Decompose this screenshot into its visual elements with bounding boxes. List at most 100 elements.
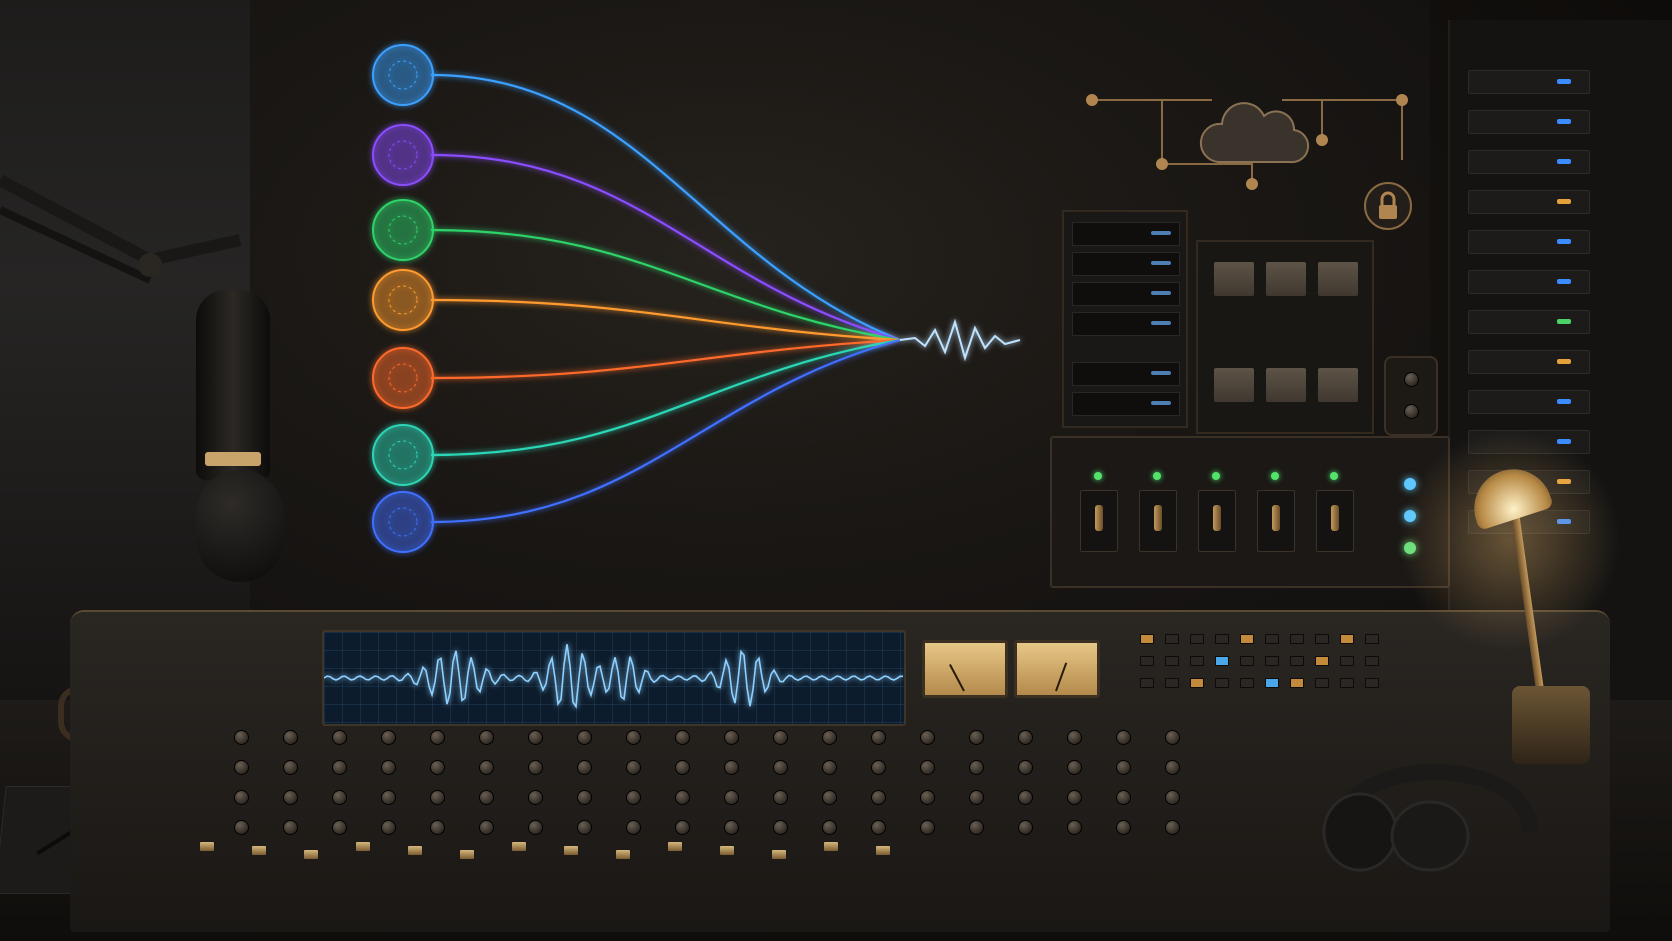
channel-knob[interactable]: [528, 730, 543, 745]
channel-knob[interactable]: [1067, 760, 1082, 775]
channel-knob[interactable]: [1165, 760, 1180, 775]
channel-knob[interactable]: [1116, 760, 1131, 775]
channel-knob[interactable]: [724, 820, 739, 835]
channel-fader[interactable]: [876, 846, 890, 855]
console-button[interactable]: [1215, 656, 1229, 666]
console-button[interactable]: [1365, 678, 1379, 688]
channel-knob[interactable]: [822, 820, 837, 835]
channel-knob[interactable]: [626, 790, 641, 805]
channel-knob[interactable]: [1067, 730, 1082, 745]
console-button[interactable]: [1240, 656, 1254, 666]
channel-knob[interactable]: [381, 790, 396, 805]
channel-knob[interactable]: [1018, 730, 1033, 745]
console-button[interactable]: [1265, 634, 1279, 644]
channel-fader[interactable]: [616, 850, 630, 859]
channel-knob[interactable]: [724, 760, 739, 775]
console-button[interactable]: [1190, 634, 1204, 644]
channel-knob[interactable]: [430, 730, 445, 745]
control-knob[interactable]: [1404, 372, 1419, 387]
channel-knob[interactable]: [675, 730, 690, 745]
channel-knob[interactable]: [920, 730, 935, 745]
console-button[interactable]: [1240, 678, 1254, 688]
channel-knob[interactable]: [969, 820, 984, 835]
channel-fader[interactable]: [356, 842, 370, 851]
console-button[interactable]: [1215, 634, 1229, 644]
channel-knob[interactable]: [724, 730, 739, 745]
channel-knob[interactable]: [430, 760, 445, 775]
channel-fader[interactable]: [304, 850, 318, 859]
console-button[interactable]: [1340, 634, 1354, 644]
channel-knob[interactable]: [1116, 790, 1131, 805]
channel-fader[interactable]: [512, 842, 526, 851]
channel-knob[interactable]: [283, 730, 298, 745]
channel-knob[interactable]: [234, 760, 249, 775]
channel-knob[interactable]: [332, 760, 347, 775]
channel-knob[interactable]: [479, 760, 494, 775]
channel-knob[interactable]: [871, 790, 886, 805]
console-button[interactable]: [1165, 678, 1179, 688]
channel-knob[interactable]: [773, 730, 788, 745]
channel-knob[interactable]: [528, 820, 543, 835]
channel-fader[interactable]: [564, 846, 578, 855]
channel-fader[interactable]: [824, 842, 838, 851]
channel-knob[interactable]: [1116, 730, 1131, 745]
channel-knob[interactable]: [283, 790, 298, 805]
channel-knob[interactable]: [528, 790, 543, 805]
channel-knob[interactable]: [969, 760, 984, 775]
console-button[interactable]: [1265, 656, 1279, 666]
console-button[interactable]: [1140, 634, 1154, 644]
channel-knob[interactable]: [969, 730, 984, 745]
channel-knob[interactable]: [969, 790, 984, 805]
channel-knob[interactable]: [773, 760, 788, 775]
channel-knob[interactable]: [1165, 820, 1180, 835]
console-button[interactable]: [1290, 656, 1304, 666]
console-button[interactable]: [1315, 656, 1329, 666]
channel-knob[interactable]: [381, 760, 396, 775]
channel-knob[interactable]: [479, 820, 494, 835]
channel-knob[interactable]: [234, 820, 249, 835]
channel-knob[interactable]: [332, 820, 347, 835]
channel-knob[interactable]: [1116, 820, 1131, 835]
channel-knob[interactable]: [479, 790, 494, 805]
channel-knob[interactable]: [234, 790, 249, 805]
toggle-switch[interactable]: [1139, 490, 1177, 552]
channel-knob[interactable]: [1165, 790, 1180, 805]
console-button[interactable]: [1165, 656, 1179, 666]
channel-fader[interactable]: [668, 842, 682, 851]
channel-knob[interactable]: [234, 730, 249, 745]
channel-fader[interactable]: [408, 846, 422, 855]
console-button[interactable]: [1140, 656, 1154, 666]
console-button[interactable]: [1315, 678, 1329, 688]
toggle-switch[interactable]: [1080, 490, 1118, 552]
channel-fader[interactable]: [772, 850, 786, 859]
console-button[interactable]: [1140, 678, 1154, 688]
channel-knob[interactable]: [822, 760, 837, 775]
console-button[interactable]: [1290, 634, 1304, 644]
console-button[interactable]: [1215, 678, 1229, 688]
channel-knob[interactable]: [920, 820, 935, 835]
channel-knob[interactable]: [675, 820, 690, 835]
channel-knob[interactable]: [920, 790, 935, 805]
channel-fader[interactable]: [460, 850, 474, 859]
channel-knob[interactable]: [871, 730, 886, 745]
toggle-switch[interactable]: [1257, 490, 1295, 552]
channel-knob[interactable]: [577, 820, 592, 835]
console-button[interactable]: [1365, 634, 1379, 644]
console-button[interactable]: [1165, 634, 1179, 644]
channel-knob[interactable]: [430, 820, 445, 835]
channel-knob[interactable]: [871, 760, 886, 775]
channel-knob[interactable]: [577, 760, 592, 775]
channel-knob[interactable]: [479, 730, 494, 745]
control-knob[interactable]: [1404, 404, 1419, 419]
console-button[interactable]: [1315, 634, 1329, 644]
channel-knob[interactable]: [381, 730, 396, 745]
channel-knob[interactable]: [381, 820, 396, 835]
console-button[interactable]: [1290, 678, 1304, 688]
console-button[interactable]: [1265, 678, 1279, 688]
channel-knob[interactable]: [430, 790, 445, 805]
channel-knob[interactable]: [332, 730, 347, 745]
toggle-switch[interactable]: [1198, 490, 1236, 552]
channel-knob[interactable]: [1165, 730, 1180, 745]
channel-knob[interactable]: [626, 820, 641, 835]
channel-knob[interactable]: [577, 730, 592, 745]
